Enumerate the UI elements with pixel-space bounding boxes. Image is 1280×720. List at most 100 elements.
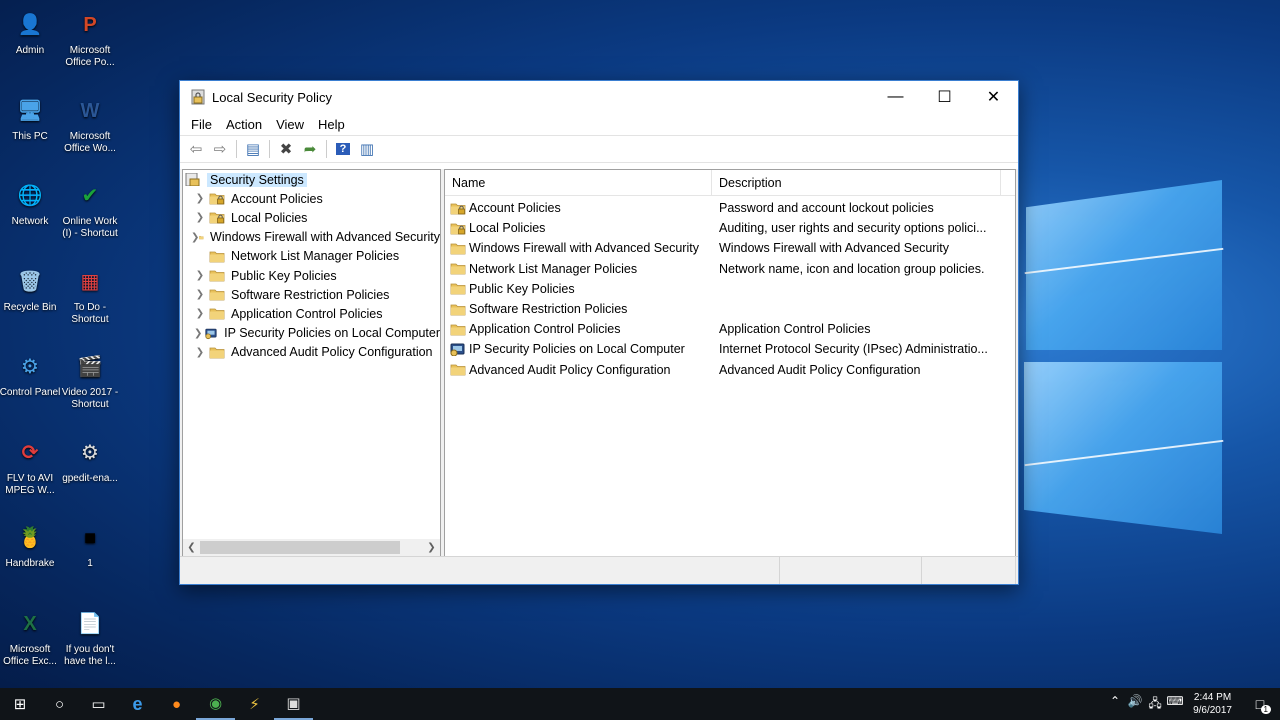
chrome-button[interactable]: ◉ [196,688,235,720]
network-tray-icon[interactable]: 🖧 [1145,694,1165,715]
tree-item[interactable]: ❯ Account Policies [183,189,440,208]
tray-chevron-up-icon[interactable]: ⌃ [1105,694,1125,715]
column-header-name[interactable]: Name [445,170,712,196]
show-hide-tree-button[interactable]: ▤ [241,138,265,160]
desktop-icon-network[interactable]: 🌐 Network [0,179,62,228]
action-center-button[interactable]: □ 1 [1240,688,1280,720]
title-bar[interactable]: Local Security Policy — ☐ ✕ [180,81,1018,113]
desktop-icon-shield-check[interactable]: ✔ Online Work (I) - Shortcut [58,179,122,240]
tree-item[interactable]: ❯ Software Restriction Policies [183,285,440,304]
desktop-icon-powerpoint[interactable]: P Microsoft Office Po... [58,8,122,69]
scroll-right-icon[interactable]: ❯ [423,542,440,553]
status-segment [780,557,922,584]
list-item-description: Application Control Policies [719,322,871,337]
list-item[interactable]: Local Policies Auditing, user rights and … [445,218,1015,238]
expand-chevron-icon[interactable]: ❯ [191,289,209,300]
tree-item[interactable]: ❯ Local Policies [183,208,440,227]
desktop-icon-recycle-bin[interactable]: 🗑 Recycle Bin [0,265,62,314]
desktop-icon-label: Network [11,216,49,227]
desktop-icon-label: Recycle Bin [3,301,57,313]
desktop-icon-control-panel[interactable]: ⚙ Control Panel [0,350,62,399]
desktop-icon-label: FLV to AVI MPEG W... [5,472,55,496]
desktop-icon-todo-app[interactable]: ▦ To Do - Shortcut [58,265,122,326]
local-security-policy-icon: ▣ [286,695,301,712]
expand-chevron-icon[interactable]: ❯ [191,193,209,204]
expand-chevron-icon[interactable]: ❯ [191,232,199,243]
tree-root-security-settings[interactable]: Security Settings [183,170,440,189]
menu-help[interactable]: Help [311,117,352,132]
windows-start-button[interactable]: ⊞ [0,688,40,720]
delete-button[interactable]: ✖ [274,138,298,160]
firefox-button[interactable]: ● [157,688,196,720]
tree-item[interactable]: ❯ IP Security Policies on Local Computer [183,324,440,343]
desktop-icon-label: Control Panel [0,387,61,398]
horizontal-scrollbar[interactable]: ❮ ❯ [183,539,440,556]
tree-item[interactable]: ❯ Windows Firewall with Advanced Security [183,228,440,247]
folder-icon [450,243,466,255]
desktop-icon-excel[interactable]: X Microsoft Office Exc... [0,607,62,668]
list-item[interactable]: Public Key Policies [445,279,1015,299]
desktop-icon-user-folder[interactable]: 👤 Admin [0,8,62,57]
tree-item[interactable]: ❯ Advanced Audit Policy Configuration [183,343,440,362]
tree-item[interactable]: ❯ Application Control Policies [183,304,440,323]
content-area: Security Settings ❯ Account Policies ❯ Loca… [180,169,1018,557]
scroll-thumb[interactable] [200,541,400,554]
tree-item[interactable]: ❯ Public Key Policies [183,266,440,285]
action-pane-button[interactable]: ▥ [355,138,379,160]
user-folder-icon: 👤 [17,14,43,36]
scroll-left-icon[interactable]: ❮ [183,542,200,553]
list-item[interactable]: Advanced Audit Policy Configuration Advan… [445,360,1015,380]
list-item-name: Local Policies [469,221,546,236]
maximize-button[interactable]: ☐ [920,81,969,113]
help-button[interactable]: ? [331,138,355,160]
minimize-button[interactable]: — [871,81,920,113]
desktop-icon-label: Microsoft Office Wo... [64,130,116,154]
export-list-button[interactable]: ➦ [298,138,322,160]
desktop-icon-settings-file[interactable]: ⚙ gpedit-ena... [58,436,122,485]
desktop-icon-text-document[interactable]: 📄 If you don't have the l... [58,607,122,668]
expand-chevron-icon[interactable]: ❯ [191,212,209,223]
desktop-icon-word[interactable]: W Microsoft Office Wo... [58,94,122,155]
task-view-button[interactable]: ▭ [79,688,118,720]
column-header-description[interactable]: Description [712,170,1001,196]
list-item[interactable]: IP Security Policies on Local Computer In… [445,339,1015,359]
close-button[interactable]: ✕ [969,81,1018,113]
menu-action[interactable]: Action [219,117,269,132]
list-item[interactable]: Software Restriction Policies [445,299,1015,319]
forward-arrow-button[interactable]: ⇨ [208,138,232,160]
list-item[interactable]: Application Control Policies Application … [445,319,1015,339]
folder-icon [450,304,466,315]
local-security-policy-button[interactable]: ▣ [274,688,313,720]
list-item[interactable]: Windows Firewall with Advanced Security W… [445,238,1015,258]
task-view-icon: ▭ [91,696,106,713]
expand-chevron-icon[interactable]: ❯ [191,347,209,358]
volume-icon[interactable]: 🔊 [1125,694,1145,715]
clock[interactable]: 2:44 PM 9/6/2017 [1185,691,1240,717]
list-item-name: Windows Firewall with Advanced Security [469,241,699,256]
cortana-search-button[interactable]: ○ [40,688,79,720]
expand-chevron-icon[interactable]: ❯ [191,308,209,319]
list-item[interactable]: Network List Manager Policies Network nam… [445,259,1015,279]
list-item-name-cell: Windows Firewall with Advanced Security [445,241,712,255]
tree-item[interactable]: Network List Manager Policies [183,247,440,266]
tree-item-label: Account Policies [231,191,323,206]
expand-chevron-icon[interactable]: ❯ [191,328,205,339]
menu-file[interactable]: File [184,117,219,132]
keyboard-icon[interactable]: ⌨ [1165,694,1185,715]
settings-file-icon: ⚙ [81,441,99,464]
desktop-icon-computer[interactable]: 🖥 This PC [0,94,62,143]
edge-browser-button[interactable]: e [118,688,157,720]
tools-app-button[interactable]: ⚡ [235,688,274,720]
menu-view[interactable]: View [269,117,311,132]
toolbar: ⇦ ⇨ ▤ ✖ ➦? ▥ [180,135,1018,163]
desktop-icon-terminal[interactable]: ■ 1 [58,521,122,570]
computer-icon: 🖥 [17,99,43,122]
list-item[interactable]: Account Policies Password and account loc… [445,198,1015,218]
desktop-icon-converter[interactable]: ⟳ FLV to AVI MPEG W... [0,436,62,497]
windows-logo-wallpaper [1010,170,1240,550]
expand-chevron-icon[interactable]: ❯ [191,270,209,281]
back-arrow-button[interactable]: ⇦ [184,138,208,160]
desktop-icon-handbrake[interactable]: 🍍 Handbrake [0,521,62,570]
desktop-icon-video[interactable]: 🎬 Video 2017 - Shortcut [58,350,122,411]
word-icon: W [80,99,100,122]
